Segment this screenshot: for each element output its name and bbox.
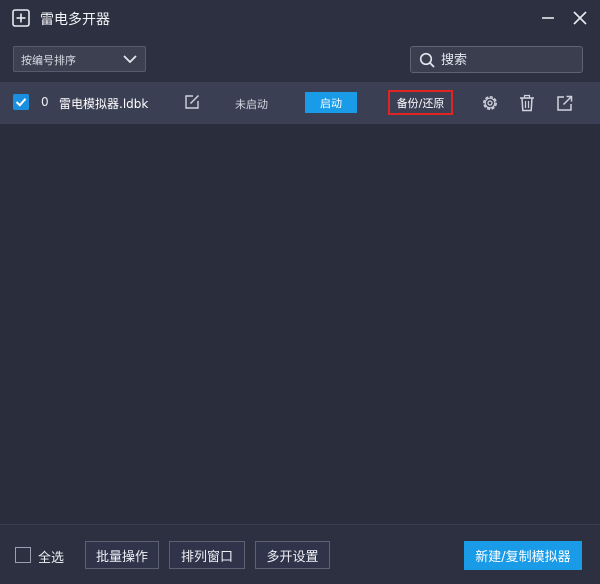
search-box[interactable] [410, 46, 583, 73]
row-checkbox[interactable] [13, 94, 29, 110]
new-copy-emulator-button[interactable]: 新建/复制模拟器 [464, 541, 582, 570]
emulator-index: 0 [41, 95, 49, 109]
search-icon [419, 52, 435, 68]
edit-icon[interactable] [184, 94, 200, 110]
sort-dropdown[interactable]: 按编号排序 [13, 46, 146, 72]
share-icon[interactable] [556, 94, 574, 112]
chevron-down-icon [123, 55, 137, 64]
batch-operations-button[interactable]: 批量操作 [85, 541, 159, 569]
select-all-checkbox[interactable] [15, 547, 31, 563]
gear-icon[interactable] [481, 94, 499, 112]
select-all-label: 全选 [38, 551, 65, 566]
multi-settings-button[interactable]: 多开设置 [255, 541, 330, 569]
backup-restore-button[interactable]: 备份/还原 [388, 90, 453, 115]
plus-box-icon [12, 9, 30, 27]
emulator-name: 雷电模拟器.ldbk [59, 97, 149, 111]
trash-icon[interactable] [518, 94, 536, 112]
close-icon[interactable] [572, 10, 588, 26]
arrange-windows-button[interactable]: 排列窗口 [169, 541, 245, 569]
window-title: 雷电多开器 [40, 12, 110, 28]
start-button[interactable]: 启动 [305, 92, 357, 113]
search-input[interactable] [441, 50, 577, 70]
minimize-icon[interactable] [540, 10, 556, 26]
emulator-status: 未启动 [235, 98, 268, 111]
sort-dropdown-value: 按编号排序 [21, 54, 76, 67]
emulator-list [0, 82, 600, 524]
